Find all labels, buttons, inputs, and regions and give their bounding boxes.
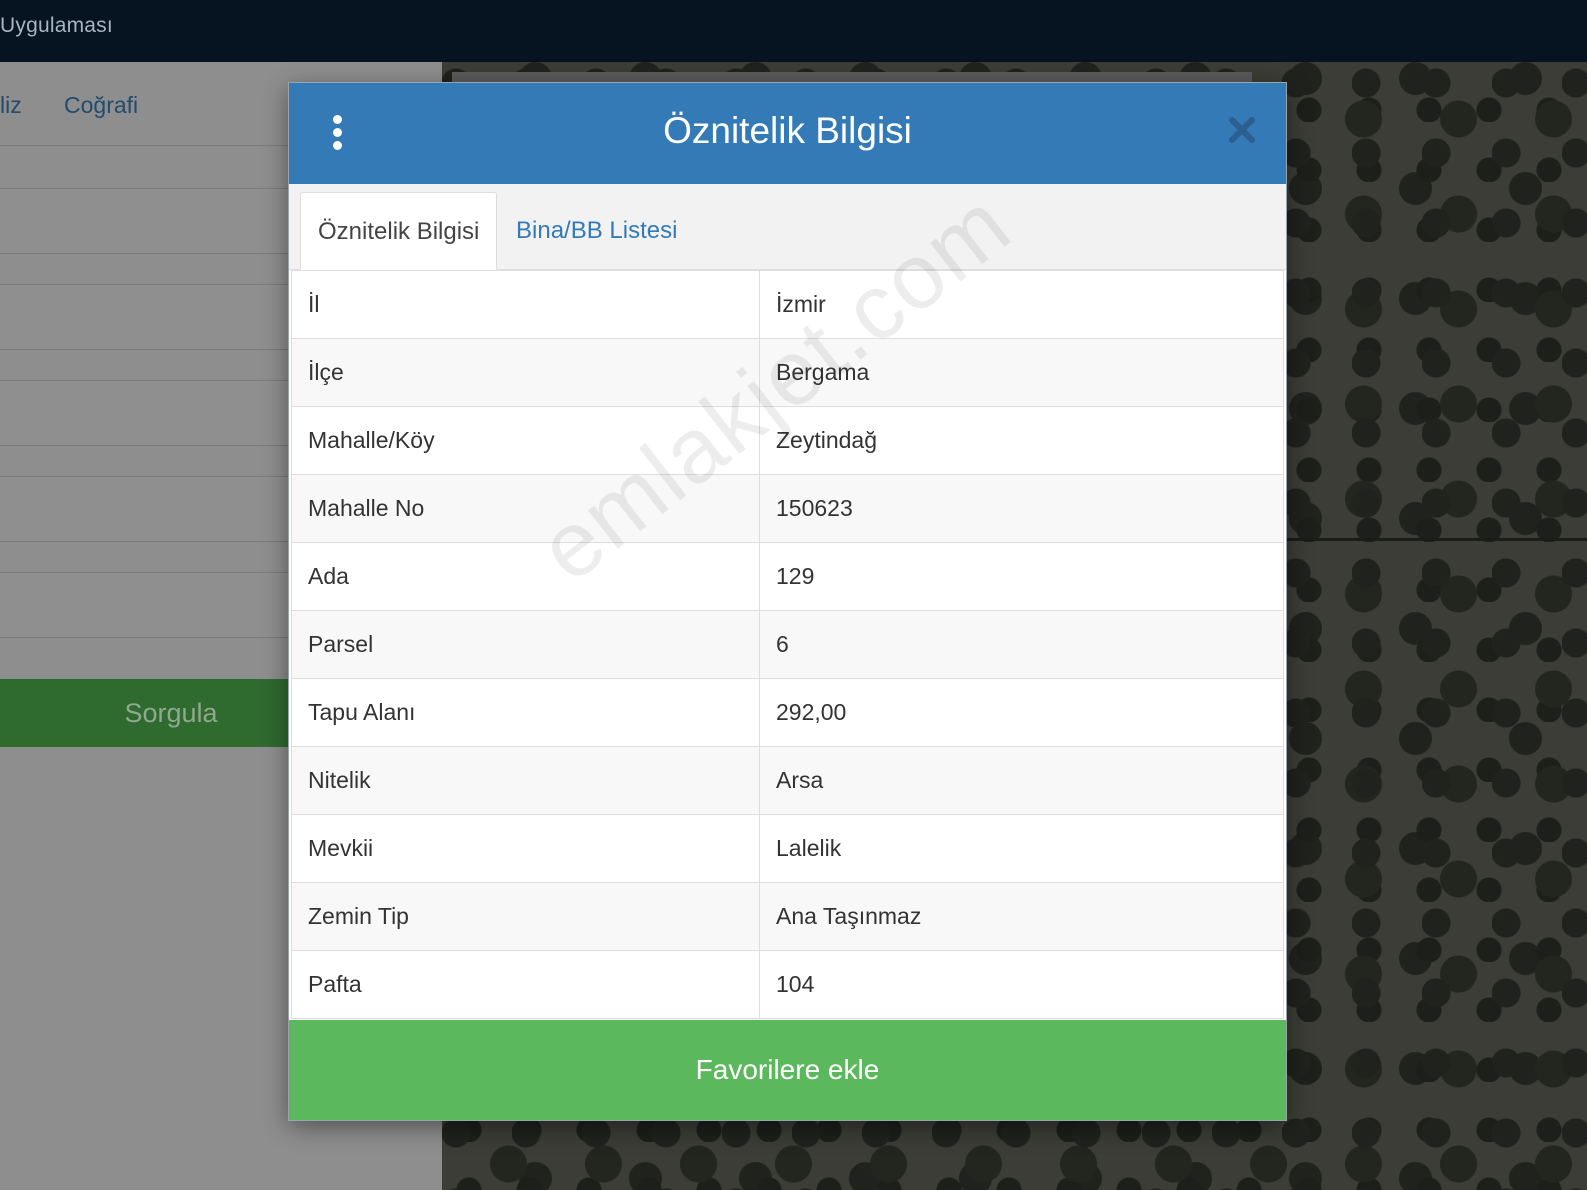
attribute-value: Zeytindağ [759,406,1284,475]
attribute-key: Mevkii [291,814,760,883]
attribute-key: İlçe [291,338,760,407]
attribute-value: 292,00 [759,678,1284,747]
side-tab-analiz[interactable]: liz [0,92,22,119]
side-tab-cografi[interactable]: Coğrafi [64,92,138,119]
table-row: Zemin Tip Ana Taşınmaz [291,882,1284,951]
table-row: İl İzmir [291,270,1284,339]
attribute-value: 129 [759,542,1284,611]
attribute-value: Arsa [759,746,1284,815]
attribute-info-modal: Öznitelik Bilgisi Öznitelik Bilgisi Bina… [289,83,1286,1120]
table-row: Pafta 104 [291,950,1284,1019]
add-to-favorites-button[interactable]: Favorilere ekle [289,1020,1286,1120]
modal-header: Öznitelik Bilgisi [289,83,1286,184]
attribute-key: Mahalle No [291,474,760,543]
table-row: Tapu Alanı 292,00 [291,678,1284,747]
attribute-key: Nitelik [291,746,760,815]
attribute-key: İl [291,270,760,339]
map-tile-seam [1280,538,1587,541]
table-row: Ada 129 [291,542,1284,611]
app-title: Uygulaması [0,14,113,37]
attribute-value: Ana Taşınmaz [759,882,1284,951]
table-row: Nitelik Arsa [291,746,1284,815]
table-row: Mahalle/Köy Zeytindağ [291,406,1284,475]
attribute-value: Lalelik [759,814,1284,883]
attribute-value: 6 [759,610,1284,679]
modal-tabs: Öznitelik Bilgisi Bina/BB Listesi [289,184,1286,270]
attribute-value: 104 [759,950,1284,1019]
attribute-key: Parsel [291,610,760,679]
attribute-table: İl İzmir İlçe Bergama Mahalle/Köy Zeytin… [291,270,1284,1019]
close-icon[interactable] [1224,113,1260,149]
attribute-key: Mahalle/Köy [291,406,760,475]
table-row: Mevkii Lalelik [291,814,1284,883]
table-row: Parsel 6 [291,610,1284,679]
attribute-value: Bergama [759,338,1284,407]
attribute-value: 150623 [759,474,1284,543]
attribute-key: Pafta [291,950,760,1019]
attribute-value: İzmir [759,270,1284,339]
table-row: İlçe Bergama [291,338,1284,407]
app-topbar: Uygulaması [0,0,1587,62]
attribute-key: Ada [291,542,760,611]
query-button[interactable]: Sorgula [0,679,300,747]
table-row: Mahalle No 150623 [291,474,1284,543]
tab-building-list[interactable]: Bina/BB Listesi [499,192,694,270]
tab-attribute-info[interactable]: Öznitelik Bilgisi [300,192,498,270]
modal-title: Öznitelik Bilgisi [663,110,912,151]
attribute-key: Zemin Tip [291,882,760,951]
attribute-key: Tapu Alanı [291,678,760,747]
